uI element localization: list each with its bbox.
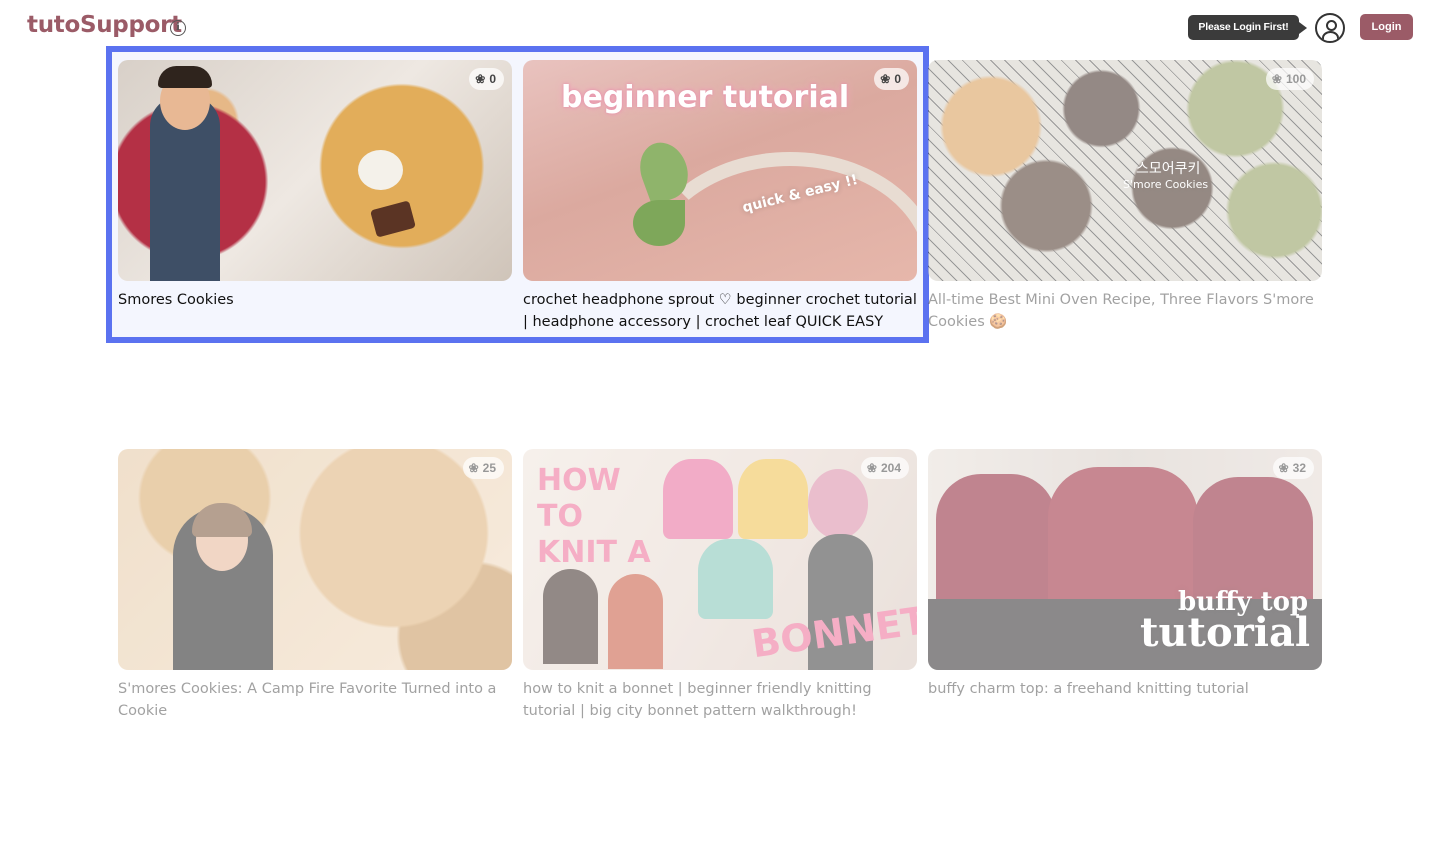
video-title[interactable]: All-time Best Mini Oven Recipe, Three Fl… [928, 289, 1322, 333]
thumbnail-subtext: tutorial [1140, 609, 1311, 656]
thumbnail-headline: HOW TO KNIT A [537, 463, 651, 570]
thumbnail-leaf-2 [633, 200, 685, 246]
video-thumbnail[interactable]: ❀ 0 [118, 60, 512, 281]
paw-icon: ❀ [880, 72, 891, 86]
user-avatar-icon[interactable] [1315, 13, 1345, 43]
video-card[interactable]: beginner tutorial quick & easy !! ❀ 0 cr… [523, 60, 917, 333]
thumbnail-hat [808, 469, 868, 539]
thumbnail-hat [663, 459, 733, 539]
likes-badge: ❀ 100 [1265, 68, 1314, 90]
app-logo[interactable]: tutoSupport [27, 12, 182, 38]
video-card[interactable]: ❀ 0 Smores Cookies [118, 60, 512, 311]
thumbnail-headline: beginner tutorial [561, 80, 850, 115]
video-title[interactable]: S'mores Cookies: A Camp Fire Favorite Tu… [118, 678, 512, 722]
video-card[interactable]: ❀ 25 S'mores Cookies: A Camp Fire Favori… [118, 449, 512, 722]
likes-count: 0 [894, 72, 901, 86]
avatar-body-shape [1322, 31, 1339, 41]
thumbnail-hat [698, 539, 773, 619]
likes-badge: ❀ 0 [874, 68, 909, 90]
video-title[interactable]: buffy charm top: a freehand knitting tut… [928, 678, 1322, 700]
likes-count: 100 [1285, 72, 1306, 86]
thumbnail-headline: 스모어쿠키 [1136, 161, 1201, 177]
thumbnail-hat [738, 459, 808, 539]
paw-icon: ❀ [468, 461, 479, 475]
likes-count: 32 [1292, 461, 1306, 475]
thumbnail-person [543, 569, 598, 664]
video-title[interactable]: how to knit a bonnet | beginner friendly… [523, 678, 917, 722]
avatar-head-shape [1326, 20, 1337, 31]
video-card[interactable]: buffy top tutorial ❀ 32 buffy charm top:… [928, 449, 1322, 700]
video-card[interactable]: HOW TO KNIT A BONNET! ❀ 204 how to knit … [523, 449, 917, 722]
thumbnail-person [608, 574, 663, 669]
video-thumbnail[interactable]: buffy top tutorial ❀ 32 [928, 449, 1322, 670]
likes-count: 25 [482, 461, 496, 475]
thumbnail-marshmallow [358, 150, 403, 190]
login-button[interactable]: Login [1360, 14, 1413, 40]
login-tooltip: Please Login First! [1188, 15, 1307, 40]
video-thumbnail[interactable]: ❀ 25 [118, 449, 512, 670]
paw-icon: ❀ [1271, 72, 1282, 86]
likes-badge: ❀ 25 [462, 457, 504, 479]
thumbnail-subtext: S'more Cookies [1123, 178, 1209, 191]
video-title[interactable]: crochet headphone sprout ♡ beginner croc… [523, 289, 917, 333]
likes-badge: ❀ 0 [469, 68, 504, 90]
paw-icon: ❀ [475, 72, 486, 86]
paw-icon: ❀ [866, 461, 877, 475]
info-icon[interactable]: i [170, 20, 186, 36]
video-thumbnail[interactable]: beginner tutorial quick & easy !! ❀ 0 [523, 60, 917, 281]
likes-count: 0 [489, 72, 496, 86]
likes-count: 204 [880, 461, 901, 475]
video-title[interactable]: Smores Cookies [118, 289, 512, 311]
video-card[interactable]: 스모어쿠키 S'more Cookies ❀ 100 All-time Best… [928, 60, 1322, 333]
paw-icon: ❀ [1278, 461, 1289, 475]
video-thumbnail[interactable]: HOW TO KNIT A BONNET! ❀ 204 [523, 449, 917, 670]
likes-badge: ❀ 204 [860, 457, 909, 479]
likes-badge: ❀ 32 [1272, 457, 1314, 479]
thumbnail-hair [158, 66, 212, 88]
video-thumbnail[interactable]: 스모어쿠키 S'more Cookies ❀ 100 [928, 60, 1322, 281]
